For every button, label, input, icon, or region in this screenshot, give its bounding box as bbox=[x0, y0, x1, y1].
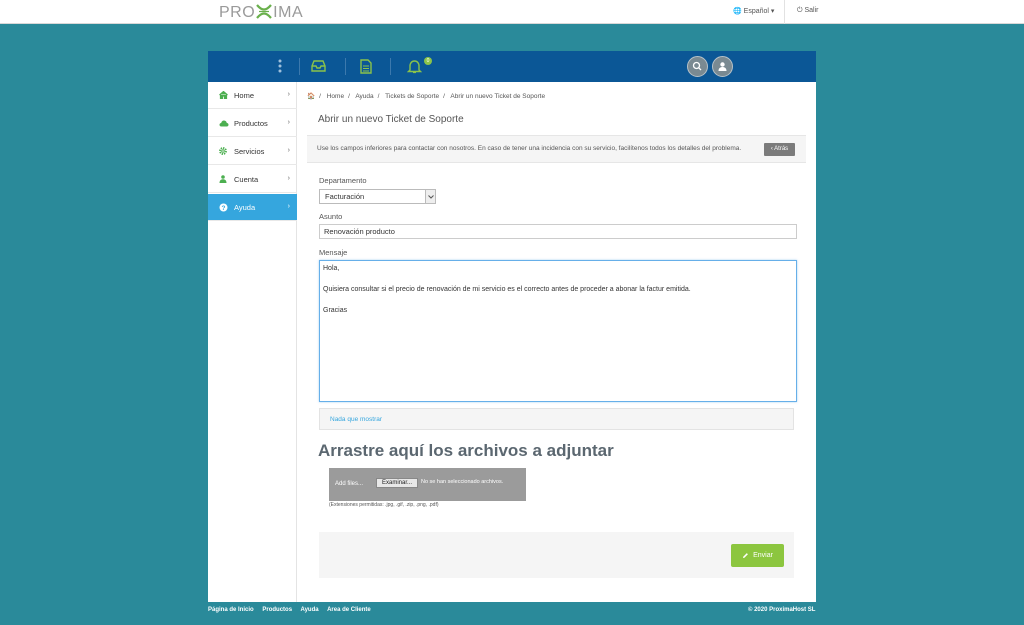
language-selector[interactable]: 🌐 Español ▾ bbox=[733, 7, 774, 15]
back-button[interactable]: ‹ Atrás bbox=[764, 143, 795, 156]
pencil-icon bbox=[743, 553, 748, 558]
dropzone-title[interactable]: Arrastre aquí los archivos a adjuntar bbox=[318, 441, 614, 461]
nav-divider bbox=[345, 58, 346, 75]
notification-badge: 0 bbox=[424, 57, 432, 65]
document-icon[interactable] bbox=[360, 59, 372, 74]
copyright: © 2020 ProximaHost SL bbox=[748, 607, 816, 613]
sidebar-item-label: Cuenta bbox=[234, 174, 259, 184]
sidebar-item-cuenta[interactable]: Cuenta › bbox=[208, 166, 297, 193]
allowed-extensions: (Extensiones permitidas: .jpg, .gif, .zi… bbox=[329, 502, 439, 508]
chevron-right-icon: › bbox=[287, 119, 290, 126]
header-divider bbox=[784, 0, 785, 24]
brand-logo[interactable]: PRO IMA bbox=[219, 4, 303, 22]
globe-icon: 🌐 bbox=[733, 8, 742, 15]
language-label: Español bbox=[743, 8, 769, 15]
breadcrumb-item: Abrir un nuevo Ticket de Soporte bbox=[450, 93, 546, 100]
svg-text:?: ? bbox=[222, 205, 226, 212]
no-file-label: No se han seleccionado archivos. bbox=[421, 479, 504, 485]
sidebar-item-ayuda[interactable]: ? Ayuda › bbox=[208, 194, 297, 221]
info-text: Use los campos inferiores para contactar… bbox=[317, 145, 742, 152]
sidebar-item-label: Ayuda bbox=[234, 202, 256, 212]
search-icon bbox=[692, 61, 702, 71]
chevron-right-icon: › bbox=[287, 147, 290, 154]
cloud-icon bbox=[219, 120, 229, 127]
top-header: PRO IMA 🌐 Español ▾ ⏻ Salir bbox=[0, 0, 1024, 24]
user-button[interactable] bbox=[712, 56, 733, 77]
footer-link[interactable]: Página de Inicio bbox=[208, 607, 254, 613]
sidebar-item-home[interactable]: Home › bbox=[208, 82, 297, 109]
chevron-right-icon: › bbox=[287, 91, 290, 98]
caret-down-icon: ▾ bbox=[770, 8, 775, 15]
form-actions: Enviar bbox=[319, 532, 794, 578]
user-icon bbox=[718, 62, 727, 71]
nav-divider bbox=[390, 58, 391, 75]
sidebar-item-productos[interactable]: Productos › bbox=[208, 110, 297, 137]
chevron-right-icon: › bbox=[287, 175, 290, 182]
search-button[interactable] bbox=[687, 56, 708, 77]
department-value: Facturación bbox=[325, 192, 365, 201]
chevron-left-icon: ‹ bbox=[770, 146, 773, 152]
sidebar-item-label: Productos bbox=[234, 118, 268, 128]
chevron-down-icon bbox=[425, 190, 435, 203]
chevron-right-icon: › bbox=[287, 203, 290, 210]
file-upload-area[interactable]: Add files... Examinar... No se han selec… bbox=[329, 468, 526, 501]
power-icon: ⏻ bbox=[797, 7, 803, 14]
main-panel: 0 Home › Productos › Servicios › Cuenta … bbox=[208, 51, 816, 602]
breadcrumb: 🏠 / Home / Ayuda / Tickets de Soporte / Abri… bbox=[307, 93, 546, 100]
sidebar-item-label: Servicios bbox=[234, 146, 265, 156]
subject-input[interactable]: Renovación producto bbox=[319, 224, 797, 239]
department-label: Departamento bbox=[319, 176, 367, 185]
department-select[interactable]: Facturación bbox=[319, 189, 436, 204]
empty-list-text: Nada que mostrar bbox=[330, 416, 383, 423]
message-label: Mensaje bbox=[319, 248, 348, 257]
subject-label: Asunto bbox=[319, 212, 343, 221]
sidebar-item-servicios[interactable]: Servicios › bbox=[208, 138, 297, 165]
user-icon bbox=[219, 175, 229, 183]
help-icon: ? bbox=[219, 203, 229, 212]
footer-links: Página de Inicio Productos Ayuda Area de… bbox=[208, 607, 378, 613]
sidebar-item-label: Home bbox=[234, 90, 255, 100]
browse-button[interactable]: Examinar... bbox=[376, 478, 418, 488]
more-vert-icon[interactable] bbox=[278, 59, 282, 73]
logout-link[interactable]: ⏻ Salir bbox=[797, 7, 819, 15]
footer-link[interactable]: Ayuda bbox=[300, 607, 318, 613]
send-button-label: Enviar bbox=[753, 552, 773, 559]
breadcrumb-item[interactable]: Ayuda bbox=[355, 93, 373, 100]
page-footer: Página de Inicio Productos Ayuda Area de… bbox=[0, 602, 1024, 625]
logout-label: Salir bbox=[804, 7, 819, 14]
message-textarea[interactable]: Hola, Quisiera consultar si el precio de… bbox=[319, 260, 797, 402]
footer-link[interactable]: Area de Cliente bbox=[327, 607, 371, 613]
send-button[interactable]: Enviar bbox=[731, 544, 784, 567]
nav-divider bbox=[299, 58, 300, 75]
gear-icon bbox=[219, 147, 229, 155]
sidebar: Home › Productos › Servicios › Cuenta › … bbox=[208, 82, 297, 602]
page-title: Abrir un nuevo Ticket de Soporte bbox=[318, 114, 464, 125]
logo-mark-icon bbox=[256, 4, 273, 19]
inbox-icon[interactable] bbox=[311, 60, 326, 72]
app-navbar: 0 bbox=[208, 51, 816, 82]
home-icon bbox=[219, 91, 229, 99]
home-icon[interactable]: 🏠 bbox=[307, 93, 315, 100]
attachments-list: Nada que mostrar bbox=[319, 408, 794, 430]
info-bar: Use los campos inferiores para contactar… bbox=[307, 136, 806, 163]
breadcrumb-item[interactable]: Home bbox=[327, 93, 344, 100]
footer-link[interactable]: Productos bbox=[262, 607, 292, 613]
bell-icon[interactable] bbox=[407, 59, 422, 74]
back-button-label: Atrás bbox=[774, 146, 789, 152]
add-files-button[interactable]: Add files... bbox=[335, 481, 363, 487]
breadcrumb-item[interactable]: Tickets de Soporte bbox=[385, 93, 439, 100]
